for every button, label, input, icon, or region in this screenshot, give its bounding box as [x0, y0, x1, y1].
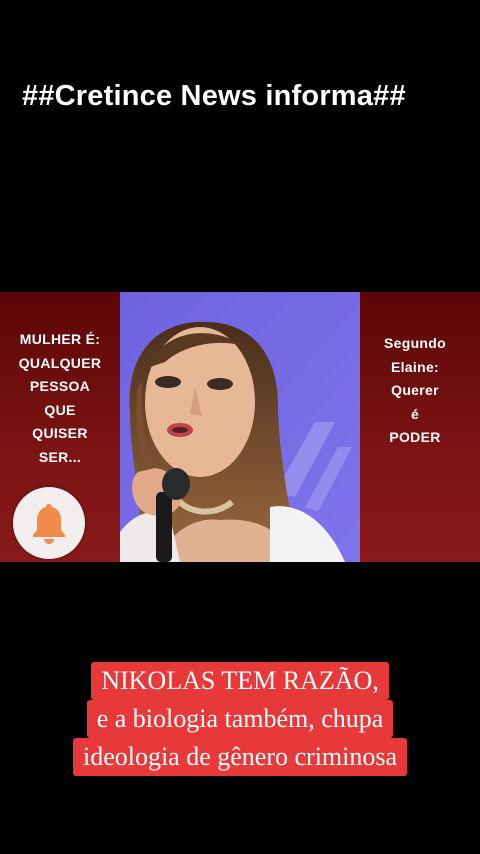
left-panel-line: QUE	[44, 401, 76, 418]
left-panel-line: MULHER É:	[19, 331, 101, 347]
left-panel-line: QUALQUER	[18, 354, 102, 371]
left-panel-line: SER...	[38, 448, 82, 465]
right-panel-line: é	[410, 405, 420, 422]
right-panel-text: Segundo Elaine: Querer é PODER	[364, 332, 466, 450]
right-panel-line: Elaine:	[390, 358, 439, 375]
notification-bell-button[interactable]	[13, 487, 85, 559]
caption-line: e a biologia também, chupa	[86, 700, 394, 738]
video-title: ##Cretince News informa##	[22, 80, 406, 112]
caption: NIKOLAS TEM RAZÃO, e a biologia também, …	[0, 662, 480, 776]
right-panel-line: Querer	[391, 382, 439, 398]
right-panel-line: PODER	[389, 429, 441, 445]
left-panel-line: PESSOA	[29, 378, 91, 394]
speaker-photo	[120, 292, 360, 562]
caption-line: NIKOLAS TEM RAZÃO,	[91, 662, 389, 700]
caption-line: ideologia de gênero criminosa	[72, 738, 408, 776]
right-panel-line: Segundo	[384, 335, 446, 351]
left-panel-line: QUISER	[32, 425, 88, 441]
video-frame	[120, 292, 360, 562]
left-panel-text: MULHER É: QUALQUER PESSOA QUE QUISER SER…	[4, 328, 116, 469]
bell-icon	[33, 504, 65, 544]
